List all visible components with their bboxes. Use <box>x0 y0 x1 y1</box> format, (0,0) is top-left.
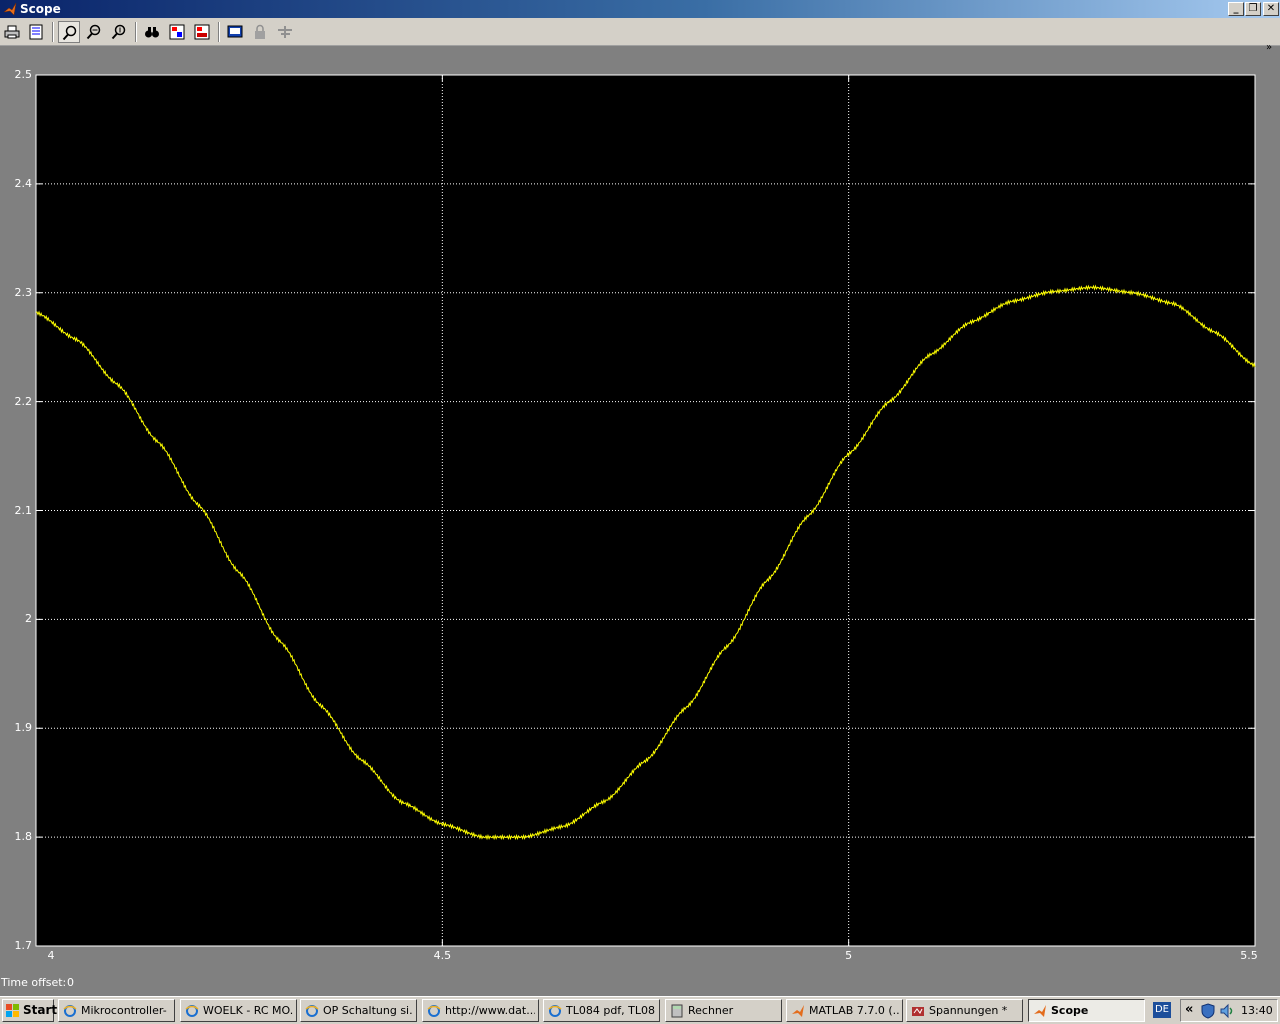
volume-icon[interactable] <box>1219 1003 1235 1019</box>
save-axes-icon <box>169 24 185 40</box>
taskbar-button-label: OP Schaltung si... <box>323 1004 413 1017</box>
taskbar-button[interactable]: Rechner <box>665 999 782 1022</box>
y-tick-label: 2 <box>25 612 32 626</box>
taskbar-button[interactable]: MATLAB 7.7.0 (... <box>786 999 903 1022</box>
ie-icon <box>63 1004 77 1018</box>
zoom-icon <box>62 25 77 41</box>
floating-scope-button[interactable] <box>224 21 246 43</box>
start-label: Start <box>23 1003 58 1017</box>
x-tick-label: 4.5 <box>433 949 452 962</box>
calculator-icon <box>670 1004 684 1018</box>
ie-icon <box>185 1004 199 1018</box>
y-tick-label: 1.7 <box>14 939 33 952</box>
zoom-x-button[interactable] <box>83 21 105 43</box>
lock-button[interactable] <box>249 21 271 43</box>
ie-icon <box>305 1004 319 1018</box>
taskbar-button-label: Spannungen * <box>929 1004 1008 1017</box>
toolbar-separator <box>218 22 220 42</box>
start-button[interactable]: Start <box>2 999 58 1022</box>
taskbar-button[interactable]: Spannungen * <box>906 999 1023 1022</box>
taskbar-button-label: MATLAB 7.7.0 (... <box>809 1004 899 1017</box>
taskbar-button[interactable]: Scope <box>1028 999 1145 1022</box>
autoscale-icon <box>145 27 159 38</box>
simulink-icon <box>911 1004 925 1018</box>
x-tick-label: 5.5 <box>1240 949 1258 962</box>
restore-axes-button[interactable] <box>191 21 213 43</box>
x-tick-label: 4 <box>47 949 55 962</box>
scope-icon <box>1033 1004 1047 1018</box>
autoscale-button[interactable] <box>141 21 163 43</box>
taskbar-button[interactable]: OP Schaltung si... <box>300 999 417 1022</box>
y-tick-label: 2.3 <box>14 285 33 299</box>
ie-icon <box>427 1004 441 1018</box>
zoom-y-icon <box>111 24 126 40</box>
zoom-button[interactable] <box>58 21 80 43</box>
y-tick-label: 2.2 <box>14 394 33 408</box>
signal-selector-button[interactable] <box>274 21 296 43</box>
scope-plot[interactable] <box>0 45 1280 975</box>
print-button[interactable] <box>1 21 23 43</box>
ie-icon <box>548 1004 562 1018</box>
network-shield-icon[interactable] <box>1201 1003 1215 1019</box>
taskbar-button[interactable]: WOELK - RC MO... <box>180 999 297 1022</box>
toolbar: » <box>0 18 1280 53</box>
time-offset-label: Time offset: <box>1 976 67 989</box>
y-tick-label: 2.4 <box>14 176 33 190</box>
taskbar-button-label: http://www.dat... <box>445 1004 535 1017</box>
taskbar-button-label: Mikrocontroller- ... <box>81 1004 171 1017</box>
windows-logo-icon <box>6 1004 19 1017</box>
save-axes-button[interactable] <box>166 21 188 43</box>
time-offset-value: 0 <box>67 976 74 989</box>
zoom-x-icon <box>86 24 101 40</box>
y-tick-label: 2.1 <box>14 503 33 517</box>
taskbar-button-label: TL084 pdf, TL08... <box>566 1004 656 1017</box>
title-bar[interactable]: Scope _ ❐ ✕ <box>0 0 1280 18</box>
parameters-icon <box>29 24 43 40</box>
taskbar-button[interactable]: Mikrocontroller- ... <box>58 999 175 1022</box>
taskbar-button-label: Rechner <box>688 1004 734 1017</box>
matlab-icon <box>3 2 17 16</box>
zoom-y-button[interactable] <box>108 21 130 43</box>
taskbar-button[interactable]: TL084 pdf, TL08... <box>543 999 660 1022</box>
taskbar-button[interactable]: http://www.dat... <box>422 999 539 1022</box>
toolbar-separator <box>135 22 137 42</box>
x-tick-label: 5 <box>845 949 853 962</box>
restore-axes-icon <box>194 24 210 40</box>
tray-expand-icon[interactable]: « <box>1185 1002 1193 1017</box>
signal-selector-icon <box>278 26 292 38</box>
floating-scope-icon <box>227 25 243 38</box>
window-title: Scope <box>20 2 61 16</box>
taskbar: Start Mikrocontroller- ... WOELK - RC MO.… <box>0 996 1280 1024</box>
close-button[interactable]: ✕ <box>1263 2 1279 16</box>
y-tick-label: 2.5 <box>14 68 33 81</box>
taskbar-button-label: Scope <box>1051 1004 1089 1017</box>
toolbar-separator <box>52 22 54 42</box>
y-tick-label: 1.8 <box>14 830 33 844</box>
maximize-button[interactable]: ❐ <box>1245 2 1261 16</box>
matlab-icon <box>791 1004 805 1018</box>
y-tick-label: 1.9 <box>14 721 33 735</box>
system-tray: « 13:40 <box>1180 999 1278 1022</box>
lock-icon <box>255 24 265 39</box>
language-indicator[interactable]: DE <box>1153 1002 1171 1018</box>
print-icon <box>4 25 20 39</box>
taskbar-button-label: WOELK - RC MO... <box>203 1004 293 1017</box>
parameters-button[interactable] <box>25 21 47 43</box>
clock: 13:40 <box>1241 1004 1273 1017</box>
minimize-button[interactable]: _ <box>1228 2 1244 16</box>
